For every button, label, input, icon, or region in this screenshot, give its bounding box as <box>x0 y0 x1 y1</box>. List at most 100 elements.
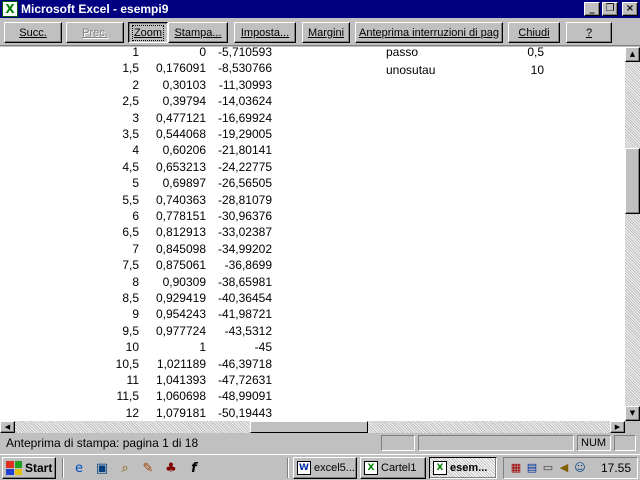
cell-x: 2,5 <box>122 94 139 109</box>
cell-angle: -11,30993 <box>218 77 272 92</box>
word-doc-icon: W <box>297 461 311 475</box>
cell-x: 11,5 <box>116 389 139 404</box>
close-preview-label: Chiudi <box>518 26 550 39</box>
scroll-right-button[interactable]: ▶ <box>610 421 625 433</box>
close-preview-button[interactable]: Chiudi <box>508 22 560 43</box>
cell-angle: -50,19443 <box>217 405 272 420</box>
cell-x: 9,5 <box>122 323 139 338</box>
cell-x: 9 <box>132 307 139 322</box>
task-cartel1[interactable]: X Cartel1 <box>360 457 426 479</box>
help-button[interactable]: ? <box>566 22 612 43</box>
param-value-passo: 0,5 <box>527 47 544 59</box>
cell-angle: -26,56505 <box>217 176 272 191</box>
task-esempi9[interactable]: X esem... <box>429 457 497 479</box>
zoom-button[interactable]: Zoom <box>128 22 168 43</box>
table-row: 5 0,69897 -26,56505 <box>0 175 300 191</box>
table-row: 6 0,778151 -30,96376 <box>0 208 300 224</box>
table-row: 5,5 0,740363 -28,81079 <box>0 192 300 208</box>
cell-angle: -38,65981 <box>217 274 272 289</box>
cell-angle: -30,96376 <box>217 209 272 223</box>
media-icon[interactable]: ♣ <box>162 459 180 477</box>
print-preview-page[interactable]: 1 0 -5,710593 1,5 0,176091 -8,530766 2 0,30103-… <box>0 47 625 421</box>
cell-log: 0,653213 <box>155 159 206 174</box>
horizontal-scroll-thumb[interactable] <box>250 421 368 433</box>
start-button[interactable]: Start <box>2 457 56 479</box>
scroll-left-button[interactable]: ◀ <box>0 421 15 433</box>
task-excel5[interactable]: W excel5... <box>293 457 357 479</box>
volume-icon[interactable]: ◀ <box>557 461 571 475</box>
scroll-down-button[interactable]: ▼ <box>625 406 640 421</box>
cell-x: 1,5 <box>122 61 139 76</box>
prev-page-button[interactable]: Prec. <box>66 22 124 43</box>
taskbar-separator <box>287 458 289 478</box>
network-icon[interactable]: ▤ <box>525 461 539 475</box>
cell-log: 0,929419 <box>155 291 206 305</box>
cell-x: 4 <box>132 143 139 158</box>
cell-log: 0,977724 <box>155 323 206 338</box>
cell-x: 6 <box>132 209 139 223</box>
table-row: 6,5 0,812913 -33,02387 <box>0 224 300 240</box>
cell-angle: -43,5312 <box>224 323 272 338</box>
page-setup-label: Imposta... <box>240 26 290 39</box>
cell-angle: -28,81079 <box>217 192 272 207</box>
cell-x: 5 <box>132 176 139 191</box>
table-row: 2 0,30103 -11,30993 <box>0 77 300 93</box>
vertical-scrollbar[interactable] <box>625 47 640 421</box>
vertical-scroll-thumb[interactable] <box>625 148 640 214</box>
cell-x: 4,5 <box>122 159 139 174</box>
cell-x: 7 <box>132 241 139 256</box>
ie-icon[interactable]: e <box>70 459 88 477</box>
cell-log: 0 <box>199 47 206 59</box>
next-page-button[interactable]: Succ. <box>4 22 62 43</box>
page-break-preview-button[interactable]: Anteprima interruzioni di pag <box>355 22 503 43</box>
param-label-unosutau: unosutau <box>386 63 436 77</box>
cell-log: 0,778151 <box>155 209 206 223</box>
font-icon[interactable]: f <box>185 459 203 477</box>
cell-angle: -34,99202 <box>217 241 272 256</box>
table-row: 10,5 1,021189 -46,39718 <box>0 356 300 372</box>
print-button[interactable]: Stampa... <box>168 22 228 43</box>
minimize-button[interactable]: _ <box>584 2 600 16</box>
explorer-icon[interactable]: ⌕ <box>116 459 134 477</box>
window-title: Microsoft Excel - esempi9 <box>21 2 169 16</box>
cell-log: 0,176091 <box>155 61 206 76</box>
cell-log: 0,30103 <box>162 77 206 92</box>
accessibility-icon[interactable]: ☺ <box>573 461 587 475</box>
cell-x: 6,5 <box>122 225 139 240</box>
restore-button[interactable]: ❐ <box>602 2 618 16</box>
status-text: Anteprima di stampa: pagina 1 di 18 <box>6 436 199 450</box>
cell-angle: -21,80141 <box>217 143 272 158</box>
task-label: Cartel1 <box>381 462 417 474</box>
table-row: 10 1 -45 <box>0 339 300 355</box>
monitor-icon[interactable]: ▭ <box>541 461 555 475</box>
channels-icon[interactable]: ✎ <box>139 459 157 477</box>
arrow-left-icon: ◀ <box>4 422 11 431</box>
cell-log: 0,740363 <box>155 192 206 207</box>
arrow-up-icon: ▲ <box>629 50 636 58</box>
cell-angle: -45 <box>254 340 272 355</box>
margins-button[interactable]: Margini <box>302 22 350 43</box>
scheduler-icon[interactable]: ▦ <box>509 461 523 475</box>
cell-log: 1,060698 <box>155 389 206 404</box>
cell-log: 0,477121 <box>155 110 206 125</box>
cell-x: 3 <box>132 110 139 125</box>
cell-angle: -16,69924 <box>217 110 272 125</box>
excel-app-icon[interactable]: X <box>2 1 18 17</box>
cell-x: 11 <box>126 373 139 387</box>
task-label: esem... <box>450 462 488 474</box>
arrow-right-icon: ▶ <box>614 422 621 431</box>
scroll-up-button[interactable]: ▲ <box>625 47 640 62</box>
print-preview-toolbar: Succ. Prec. Zoom Stampa... Imposta... Ma… <box>0 18 640 46</box>
table-row: 11 1,041393 -47,72631 <box>0 372 300 388</box>
cell-log: 0,39794 <box>162 94 206 109</box>
desktop-icon[interactable]: ▣ <box>93 459 111 477</box>
page-setup-button[interactable]: Imposta... <box>234 22 296 43</box>
excel-window: X Microsoft Excel - esempi9 _ ❐ × Succ. … <box>0 0 640 480</box>
clock[interactable]: 17.55 <box>601 461 631 475</box>
close-window-button[interactable]: × <box>622 2 638 16</box>
table-row: 8 0,90309 -38,65981 <box>0 274 300 290</box>
table-row: 8,5 0,929419 -40,36454 <box>0 290 300 306</box>
excel-doc-icon: X <box>364 461 378 475</box>
cell-x: 10,5 <box>115 356 139 371</box>
excel-doc-icon: X <box>433 461 447 475</box>
